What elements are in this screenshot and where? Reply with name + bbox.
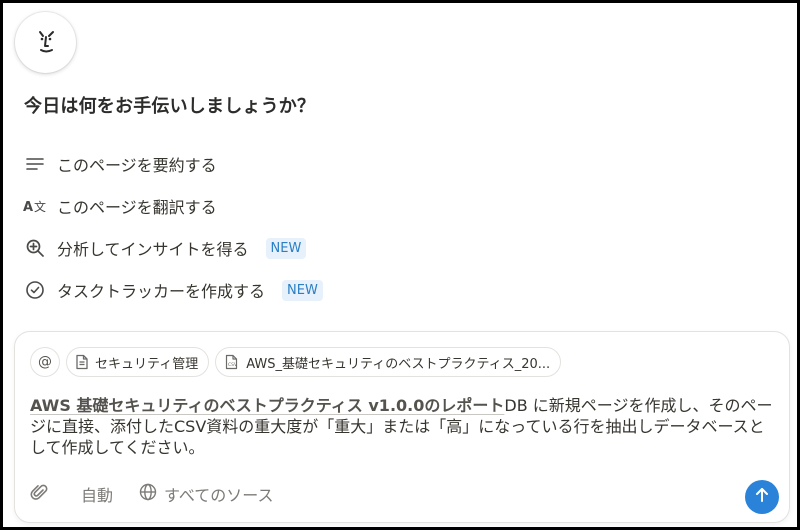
- suggestion-translate[interactable]: A 文 このページを翻訳する: [23, 191, 217, 221]
- chip-label: AWS_基礎セキュリティのベストプラクティス_20...: [246, 356, 551, 372]
- suggestion-label: 分析してインサイトを得る: [57, 240, 249, 259]
- new-badge: NEW: [282, 279, 323, 301]
- suggestion-label: このページを翻訳する: [57, 198, 217, 217]
- database-mention[interactable]: AWS 基礎セキュリティのベストプラクティス v1.0.0のレポート: [30, 396, 504, 415]
- suggestion-label: タスクトラッカーを作成する: [57, 282, 266, 301]
- prompt-composer: @ セキュリティ管理 CSV AWS_基礎セキュリティのベストプラクティス_20…: [14, 331, 790, 523]
- suggestion-analyze[interactable]: 分析してインサイトを得る NEW: [23, 233, 307, 263]
- sources-selector[interactable]: すべてのソース: [139, 482, 273, 506]
- send-button[interactable]: [745, 480, 779, 514]
- chip-label: セキュリティ管理: [95, 356, 199, 372]
- paperclip-icon: [30, 482, 55, 506]
- svg-text:CSV: CSV: [228, 362, 238, 368]
- attach-button[interactable]: [30, 482, 55, 506]
- suggestion-summarize[interactable]: このページを要約する: [23, 149, 217, 179]
- prompt-input[interactable]: AWS 基礎セキュリティのベストプラクティス v1.0.0のレポートDB に新規…: [30, 395, 780, 458]
- page-title: 今日は何をお手伝いしましょうか？: [24, 96, 316, 117]
- suggestion-task-tracker[interactable]: タスクトラッカーを作成する NEW: [23, 275, 323, 305]
- composer-toolbar: 自動 すべてのソース: [30, 482, 299, 506]
- translate-icon: A 文: [23, 194, 47, 218]
- mention-button[interactable]: @: [30, 347, 60, 377]
- check-circle-icon: [23, 278, 47, 302]
- mode-label: 自動: [81, 486, 114, 505]
- globe-icon: [139, 483, 164, 505]
- zoom-analysis-icon: [23, 236, 47, 260]
- mention-suffix: DB: [504, 396, 528, 415]
- svg-text:文: 文: [34, 199, 46, 214]
- notion-ai-face-icon: [29, 24, 63, 62]
- arrow-up-icon: [755, 487, 769, 507]
- context-chips: @ セキュリティ管理 CSV AWS_基礎セキュリティのベストプラクティス_20…: [30, 347, 562, 377]
- mode-selector[interactable]: 自動: [81, 482, 113, 506]
- assistant-avatar: [15, 12, 76, 73]
- notion-ai-panel: 今日は何をお手伝いしましょうか？ このページを要約する A 文 このページを翻訳…: [3, 3, 797, 527]
- sources-label: すべてのソース: [164, 486, 274, 505]
- csv-file-icon: CSV: [224, 354, 240, 370]
- context-chip-file[interactable]: CSV AWS_基礎セキュリティのベストプラクティス_20...: [215, 347, 562, 377]
- suggestion-label: このページを要約する: [57, 156, 217, 175]
- context-chip-page[interactable]: セキュリティ管理: [66, 347, 210, 377]
- summary-lines-icon: [23, 152, 47, 176]
- svg-text:A: A: [23, 200, 33, 215]
- page-icon: [75, 354, 89, 370]
- at-sign-label: @: [38, 354, 52, 370]
- new-badge: NEW: [265, 237, 307, 259]
